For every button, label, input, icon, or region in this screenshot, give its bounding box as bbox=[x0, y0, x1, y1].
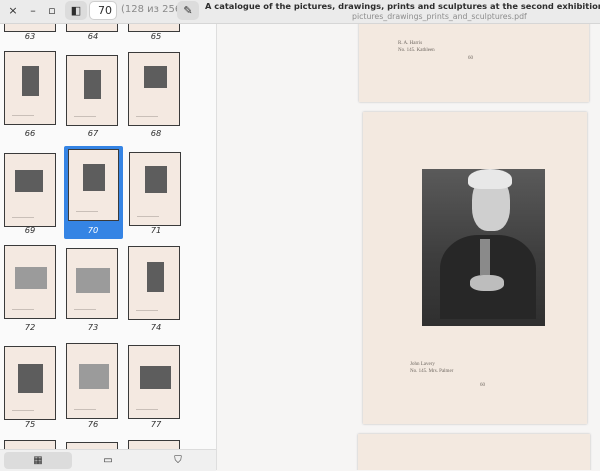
page-label-71: 71 bbox=[150, 225, 162, 235]
sidebar-toggle-button[interactable]: ◧ bbox=[65, 1, 87, 20]
page-label-73: 73 bbox=[87, 322, 99, 332]
page-thumbnail-74[interactable] bbox=[128, 246, 180, 320]
document-view[interactable]: R. A. Harris No. 145. Kathleen 60 John L… bbox=[217, 24, 600, 470]
plate-caption-main: John Lavery No. 145. Mrs. Palmer bbox=[410, 361, 453, 375]
bookmark-icon: ⛉ bbox=[174, 455, 182, 466]
minimize-window-button[interactable]: – bbox=[25, 3, 41, 19]
page-label-68: 68 bbox=[150, 128, 162, 138]
page-thumbnail-77[interactable] bbox=[128, 345, 180, 419]
page-thumbnail-72[interactable] bbox=[4, 245, 56, 319]
page-number-input[interactable] bbox=[89, 1, 117, 20]
page-label-77: 77 bbox=[150, 419, 162, 429]
document-page-upper: R. A. Harris No. 145. Kathleen 60 bbox=[359, 24, 589, 102]
maximize-window-button[interactable]: ▫ bbox=[44, 3, 60, 19]
page-thumbnail-69[interactable] bbox=[4, 153, 56, 227]
page-thumbnail-67[interactable] bbox=[66, 55, 118, 126]
plate-caption-upper: R. A. Harris No. 145. Kathleen bbox=[398, 40, 435, 54]
page-thumbnail-71[interactable] bbox=[129, 152, 181, 226]
sidebar-tab-bar: ▦ ▭ ⛉ bbox=[0, 449, 216, 471]
page-thumbnail-75[interactable] bbox=[4, 346, 56, 420]
page-label-65: 65 bbox=[150, 31, 162, 41]
page-label-76: 76 bbox=[87, 419, 99, 429]
plate-artist-upper: R. A. Harris bbox=[398, 41, 423, 46]
page-thumbnail-76[interactable] bbox=[66, 343, 118, 419]
bookmarks-tab[interactable]: ⛉ bbox=[144, 452, 212, 469]
page-thumbnail-68[interactable] bbox=[128, 52, 180, 126]
header-bar: × – ▫ ◧ (128 из 256) ✎ A catalogue of th… bbox=[0, 0, 600, 24]
page-count-label: (128 из 256) bbox=[121, 4, 186, 15]
page-label-74: 74 bbox=[150, 322, 162, 332]
page-label-69: 69 bbox=[24, 225, 36, 235]
grid-icon: ▦ bbox=[33, 455, 43, 466]
page-label-75: 75 bbox=[24, 419, 36, 429]
page-label-67: 67 bbox=[87, 128, 99, 138]
close-window-button[interactable]: × bbox=[5, 3, 21, 19]
document-page-current: John Lavery No. 145. Mrs. Palmer 60 bbox=[363, 112, 587, 424]
page-thumbnail-70[interactable] bbox=[68, 149, 119, 221]
page-label-70: 70 bbox=[87, 225, 99, 235]
thumbnail-sidebar[interactable]: 63 64 65 66 67 68 69 70 71 72 73 74 75 7… bbox=[0, 24, 217, 470]
annotate-button[interactable]: ✎ bbox=[177, 1, 199, 20]
plate-title-main: No. 145. Mrs. Palmer bbox=[410, 369, 454, 374]
page-label-63: 63 bbox=[24, 31, 36, 41]
page-thumbnail-66[interactable] bbox=[4, 51, 56, 125]
plate-title-upper: No. 145. Kathleen bbox=[398, 48, 435, 53]
page-label-66: 66 bbox=[24, 128, 36, 138]
plate-artist-main: John Lavery bbox=[410, 362, 435, 367]
document-page-next bbox=[358, 434, 590, 470]
thumbnails-tab[interactable]: ▦ bbox=[4, 452, 72, 469]
page-folio-main: 60 bbox=[480, 383, 485, 388]
page-thumbnail-73[interactable] bbox=[66, 248, 118, 319]
comment-icon: ▭ bbox=[103, 455, 113, 466]
document-title: A catalogue of the pictures, drawings, p… bbox=[205, 1, 600, 11]
page-folio-upper: 60 bbox=[468, 56, 473, 61]
annotations-tab[interactable]: ▭ bbox=[74, 452, 142, 469]
page-label-64: 64 bbox=[87, 31, 99, 41]
document-filename: pictures_drawings_prints_and_sculptures.… bbox=[352, 12, 527, 21]
page-label-72: 72 bbox=[24, 322, 36, 332]
portrait-plate-image bbox=[422, 169, 545, 326]
